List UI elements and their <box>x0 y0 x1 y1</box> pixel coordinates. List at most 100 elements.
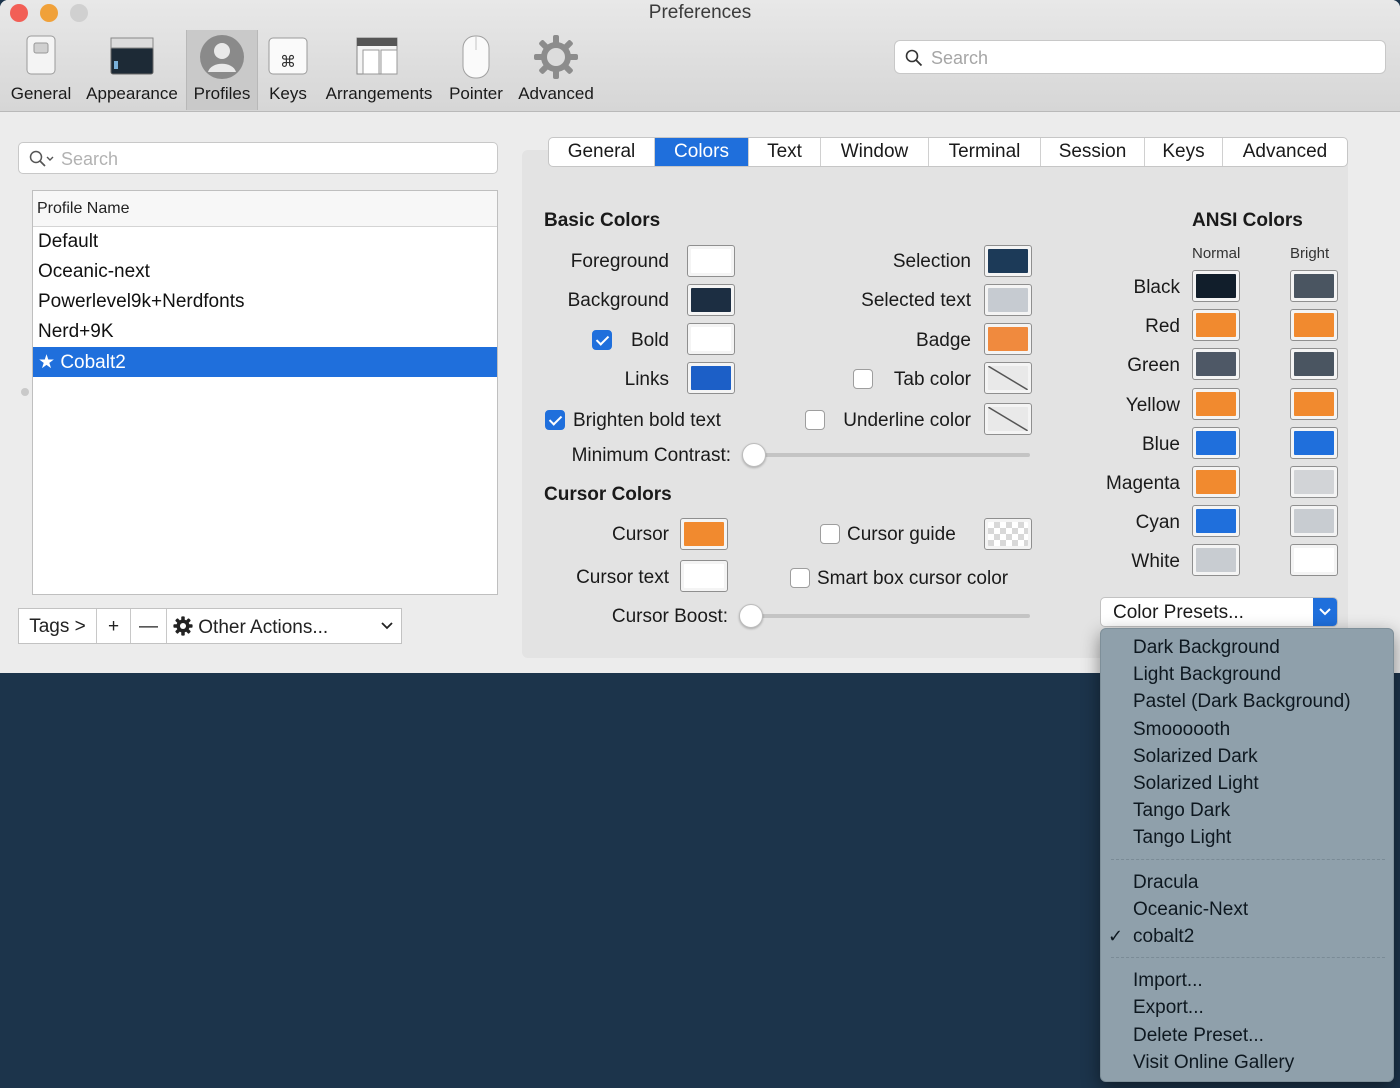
color-swatch <box>691 366 731 390</box>
profile-list: Profile Name Default Oceanic-next Powerl… <box>32 190 498 595</box>
cursor-color-well[interactable] <box>680 518 728 550</box>
ansi-white-normal-well[interactable] <box>1192 544 1240 577</box>
background-color-well[interactable] <box>687 284 735 316</box>
minimum-contrast-track[interactable] <box>752 453 1030 457</box>
menu-item[interactable]: Tango Dark <box>1133 800 1230 822</box>
ansi-yellow-normal-well[interactable] <box>1192 387 1240 420</box>
profile-row[interactable]: Nerd+9K <box>33 317 497 347</box>
profile-actions-bar: Tags > + — Other Actions... <box>18 608 402 644</box>
chevron-down-icon <box>1319 608 1331 616</box>
ansi-black-normal-well[interactable] <box>1192 270 1240 302</box>
ansi-cyan-bright-well[interactable] <box>1290 505 1338 538</box>
menu-item[interactable]: Solarized Dark <box>1133 746 1258 768</box>
ansi-green-normal-well[interactable] <box>1192 348 1240 381</box>
smart-box-cursor-checkbox[interactable] <box>790 568 810 588</box>
menu-item[interactable]: Solarized Light <box>1133 773 1259 795</box>
badge-color-well[interactable] <box>984 323 1032 355</box>
profile-row[interactable]: Oceanic-next <box>33 257 497 287</box>
toolbar-profiles[interactable]: Profiles <box>186 30 258 110</box>
profile-row[interactable]: Powerlevel9k+Nerdfonts <box>33 287 497 317</box>
tab-keys[interactable]: Keys <box>1145 138 1223 166</box>
tab-advanced[interactable]: Advanced <box>1223 138 1347 166</box>
tab-terminal[interactable]: Terminal <box>929 138 1041 166</box>
ansi-magenta-bright-well[interactable] <box>1290 466 1338 498</box>
ansi-red-normal-well[interactable] <box>1192 309 1240 342</box>
menu-item[interactable]: Pastel (Dark Background) <box>1133 691 1351 713</box>
ansi-red-bright-well[interactable] <box>1290 309 1338 342</box>
ansi-magenta-normal-well[interactable] <box>1192 466 1240 498</box>
tags-button[interactable]: Tags > <box>19 609 97 643</box>
profile-search-field[interactable]: Search <box>18 142 498 174</box>
menu-item[interactable]: Light Background <box>1133 664 1281 686</box>
cursor-guide-checkbox[interactable] <box>820 524 840 544</box>
toolbar-keys[interactable]: ⌘ Keys <box>262 30 314 110</box>
tab-session[interactable]: Session <box>1041 138 1145 166</box>
toolbar-appearance[interactable]: Appearance <box>80 30 184 110</box>
selection-color-well[interactable] <box>984 245 1032 277</box>
ansi-color-label: Green <box>1127 355 1180 377</box>
tab-text[interactable]: Text <box>749 138 821 166</box>
tab-general[interactable]: General <box>549 138 655 166</box>
cursor-boost-slider[interactable] <box>739 604 763 628</box>
menu-item[interactable]: cobalt2 <box>1133 926 1194 948</box>
cursor-text-color-well[interactable] <box>680 560 728 592</box>
profile-search-placeholder: Search <box>61 149 119 169</box>
minimum-contrast-label: Minimum Contrast: <box>571 445 731 466</box>
links-color-well[interactable] <box>687 362 735 394</box>
links-label: Links <box>624 369 669 390</box>
menu-item[interactable]: Tango Light <box>1133 827 1231 849</box>
cursor-guide-color-well[interactable] <box>984 518 1032 550</box>
toolbar-general[interactable]: General <box>4 30 78 110</box>
bold-color-well[interactable] <box>687 323 735 355</box>
toolbar-advanced[interactable]: Advanced <box>514 30 598 110</box>
color-swatch <box>1294 509 1334 534</box>
split-view-handle[interactable] <box>21 388 29 396</box>
ansi-yellow-bright-well[interactable] <box>1290 387 1338 420</box>
window-arrangement-icon <box>356 37 398 75</box>
underline-color-label: Underline color <box>843 410 971 431</box>
profile-row-selected[interactable]: ★ Cobalt2 <box>33 347 497 377</box>
add-profile-button[interactable]: + <box>97 609 131 643</box>
ansi-color-label: Red <box>1145 316 1180 338</box>
menu-item[interactable]: Smoooooth <box>1133 719 1230 741</box>
profile-name-column-header[interactable]: Profile Name <box>33 191 497 227</box>
menu-item[interactable]: Visit Online Gallery <box>1133 1052 1294 1074</box>
tab-window[interactable]: Window <box>821 138 929 166</box>
mouse-icon <box>462 35 490 79</box>
checkmark-icon: ✓ <box>1108 926 1124 946</box>
profile-row[interactable]: Default <box>33 227 497 257</box>
foreground-color-well[interactable] <box>687 245 735 277</box>
command-key-icon: ⌘ <box>268 37 308 75</box>
menu-item[interactable]: Oceanic-Next <box>1133 899 1248 921</box>
menu-item[interactable]: Dark Background <box>1133 637 1280 659</box>
underline-color-well[interactable] <box>984 403 1032 435</box>
ansi-green-bright-well[interactable] <box>1290 348 1338 381</box>
brighten-bold-checkbox[interactable] <box>545 410 565 430</box>
color-presets-dropdown[interactable]: Color Presets... <box>1100 597 1338 627</box>
toolbar-arrangements[interactable]: Arrangements <box>320 30 438 110</box>
tab-colors[interactable]: Colors <box>655 138 749 166</box>
minimum-contrast-slider[interactable] <box>742 443 766 467</box>
other-actions-menu[interactable]: Other Actions... <box>167 609 401 643</box>
ansi-white-bright-well[interactable] <box>1290 544 1338 577</box>
cursor-label: Cursor <box>611 524 669 545</box>
tab-color-well[interactable] <box>984 362 1032 394</box>
menu-item[interactable]: Dracula <box>1133 872 1198 894</box>
ansi-color-label: Magenta <box>1106 473 1180 494</box>
dropdown-arrow <box>1313 598 1337 626</box>
ansi-black-bright-well[interactable] <box>1290 270 1338 302</box>
cursor-boost-track[interactable] <box>749 614 1030 618</box>
toolbar-pointer[interactable]: Pointer <box>444 30 508 110</box>
ansi-blue-normal-well[interactable] <box>1192 426 1240 459</box>
preferences-search-field[interactable]: Search <box>894 40 1386 74</box>
menu-item[interactable]: Export... <box>1133 997 1204 1019</box>
ansi-blue-bright-well[interactable] <box>1290 426 1338 459</box>
menu-item[interactable]: Import... <box>1133 970 1203 992</box>
selected-text-color-well[interactable] <box>984 284 1032 316</box>
color-swatch <box>1196 352 1236 377</box>
remove-profile-button[interactable]: — <box>131 609 167 643</box>
menu-item[interactable]: Delete Preset... <box>1133 1025 1264 1047</box>
terminal-window-icon <box>110 37 154 75</box>
profile-name: Nerd+9K <box>38 321 114 342</box>
ansi-cyan-normal-well[interactable] <box>1192 505 1240 538</box>
